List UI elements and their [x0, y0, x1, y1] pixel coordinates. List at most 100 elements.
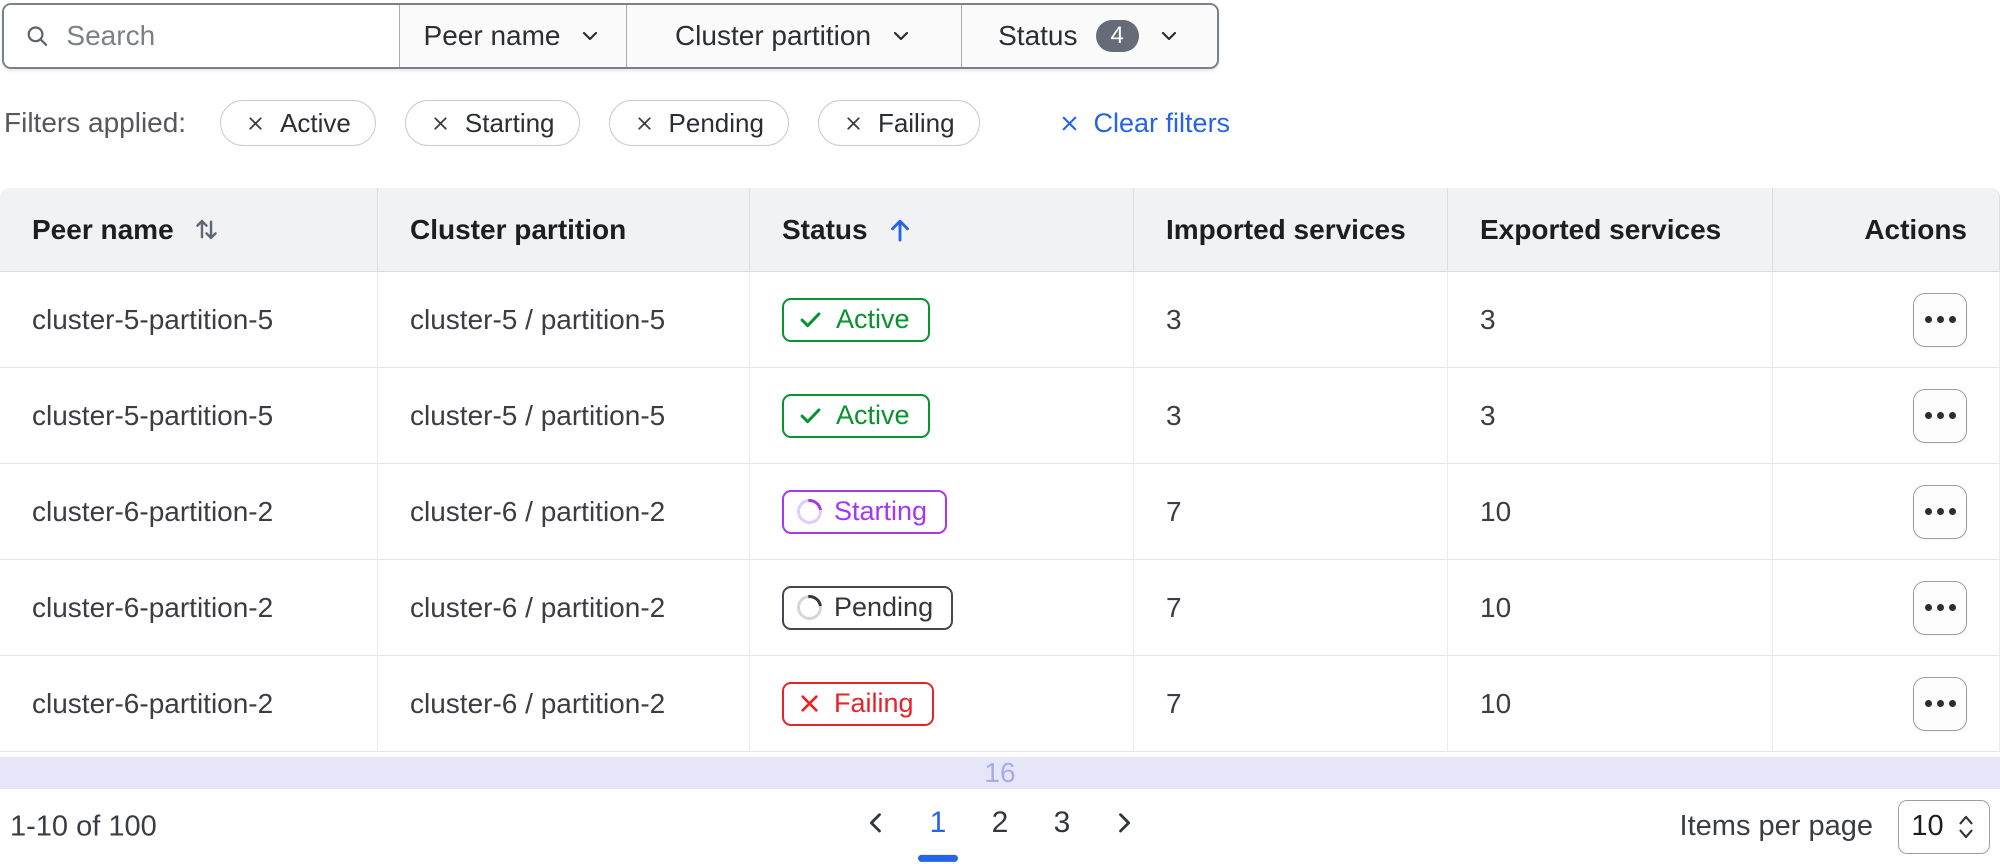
chevron-left-icon	[869, 812, 881, 832]
cluster-partition-cell: cluster-5 / partition-5	[378, 272, 750, 368]
status-cell: Active	[750, 272, 1134, 368]
status-dropdown[interactable]: Status 4	[962, 5, 1217, 67]
peer-name-dropdown[interactable]: Peer name	[400, 5, 627, 67]
table-row: cluster-6-partition-2 cluster-6 / partit…	[0, 656, 2000, 752]
status-cell: Pending	[750, 560, 1134, 656]
filter-chip-starting[interactable]: Starting	[404, 100, 580, 146]
items-per-page-select[interactable]: 10	[1898, 799, 1990, 854]
close-icon	[637, 116, 651, 130]
cluster-partition-dropdown[interactable]: Cluster partition	[627, 5, 962, 67]
status-badge: Failing	[782, 681, 934, 726]
page-button-2[interactable]: 2	[978, 796, 1022, 848]
column-header-status[interactable]: Status	[750, 188, 1134, 272]
actions-cell	[1773, 368, 2000, 464]
chevron-down-icon	[893, 31, 909, 41]
close-icon	[847, 116, 860, 130]
peer-name-cell: cluster-5-partition-5	[0, 272, 378, 368]
status-cell: Active	[750, 368, 1134, 464]
peer-name-cell: cluster-6-partition-2	[0, 656, 378, 752]
actions-cell	[1773, 560, 2000, 656]
cluster-partition-cell: cluster-6 / partition-2	[378, 656, 750, 752]
column-header-label: Cluster partition	[410, 213, 627, 245]
row-actions-button[interactable]	[1913, 580, 1967, 635]
actions-cell	[1773, 464, 2000, 560]
column-header-label: Status	[782, 213, 868, 245]
status-badge-label: Active	[836, 400, 910, 430]
previous-page-button[interactable]	[854, 796, 898, 848]
status-badge: Starting	[782, 489, 948, 534]
row-actions-button[interactable]	[1913, 676, 1967, 731]
status-cell: Starting	[750, 464, 1134, 560]
column-header-cluster-partition[interactable]: Cluster partition	[378, 188, 750, 272]
filter-chip-failing[interactable]: Failing	[817, 100, 980, 146]
column-header-label: Peer name	[32, 213, 174, 245]
close-icon	[1062, 116, 1076, 130]
applied-filters-bar: Filters applied: Active Starting Pending…	[4, 100, 1230, 146]
items-per-page-label: Items per page	[1679, 810, 1873, 842]
peer-name-cell: cluster-5-partition-5	[0, 368, 378, 464]
chevron-down-icon	[1161, 31, 1176, 41]
sort-ascending-icon[interactable]	[885, 215, 915, 245]
status-badge-label: Pending	[834, 592, 934, 622]
filter-chip-label: Starting	[464, 107, 555, 138]
row-actions-button[interactable]	[1913, 388, 1967, 443]
status-count-badge: 4	[1095, 20, 1139, 52]
exported-services-cell: 10	[1448, 464, 1773, 560]
check-icon	[800, 408, 821, 424]
column-header-label: Exported services	[1480, 213, 1722, 245]
cluster-partition-cell: cluster-5 / partition-5	[378, 368, 750, 464]
table-row: cluster-5-partition-5 cluster-5 / partit…	[0, 368, 2000, 464]
next-page-button[interactable]	[1102, 796, 1146, 848]
exported-services-cell: 10	[1448, 656, 1773, 752]
search-input[interactable]	[66, 20, 379, 52]
column-header-imported-services: Imported services	[1134, 188, 1448, 272]
imported-services-cell: 3	[1134, 272, 1448, 368]
status-dropdown-label: Status	[998, 20, 1078, 51]
column-header-label: Imported services	[1166, 213, 1406, 245]
column-header-peer-name[interactable]: Peer name	[0, 188, 378, 272]
peer-name-cell: cluster-6-partition-2	[0, 464, 378, 560]
items-per-page-value: 10	[1911, 810, 1944, 842]
table-row: cluster-5-partition-5 cluster-5 / partit…	[0, 272, 2000, 368]
search-box[interactable]	[4, 5, 400, 67]
results-range-text: 1-10 of 100	[10, 810, 157, 842]
page-button-1[interactable]: 1	[916, 796, 960, 848]
row-actions-button[interactable]	[1913, 484, 1967, 539]
filter-chip-pending[interactable]: Pending	[608, 100, 789, 146]
clear-filters-link[interactable]: Clear filters	[1058, 107, 1231, 139]
loading-spinner-icon	[791, 493, 828, 530]
loading-spinner-icon	[791, 589, 828, 626]
imported-services-cell: 3	[1134, 368, 1448, 464]
filter-chip-active[interactable]: Active	[220, 100, 376, 146]
peer-name-cell: cluster-6-partition-2	[0, 560, 378, 656]
status-badge: Active	[782, 297, 930, 342]
actions-cell	[1773, 656, 2000, 752]
clear-filters-label: Clear filters	[1093, 107, 1231, 138]
status-badge: Active	[782, 393, 930, 438]
cluster-partition-cell: cluster-6 / partition-2	[378, 464, 750, 560]
row-actions-button[interactable]	[1913, 292, 1967, 347]
table-row: cluster-6-partition-2 cluster-6 / partit…	[0, 560, 2000, 656]
status-cell: Failing	[750, 656, 1134, 752]
page-button-3[interactable]: 3	[1040, 796, 1084, 848]
stepper-chevrons-icon	[1959, 815, 1973, 838]
pager: 1 2 3	[854, 796, 1146, 848]
status-badge-label: Active	[836, 304, 910, 334]
imported-services-cell: 7	[1134, 560, 1448, 656]
close-icon	[434, 116, 447, 130]
status-badge-label: Failing	[834, 688, 914, 718]
sort-swap-icon[interactable]	[191, 214, 222, 245]
check-icon	[800, 312, 821, 328]
cluster-partition-dropdown-label: Cluster partition	[674, 20, 872, 51]
column-header-actions: Actions	[1773, 188, 2000, 272]
table-row: cluster-6-partition-2 cluster-6 / partit…	[0, 464, 2000, 560]
overflow-row-indicator: 16	[0, 757, 2000, 789]
filter-chip-label: Active	[280, 107, 351, 138]
imported-services-cell: 7	[1134, 464, 1448, 560]
filter-chip-label: Failing	[877, 107, 955, 138]
status-badge: Pending	[782, 585, 954, 630]
x-icon	[801, 695, 818, 712]
imported-services-cell: 7	[1134, 656, 1448, 752]
pagination-footer: 1-10 of 100 1 2 3 Items per page 10	[0, 789, 2000, 864]
close-icon	[249, 116, 262, 130]
